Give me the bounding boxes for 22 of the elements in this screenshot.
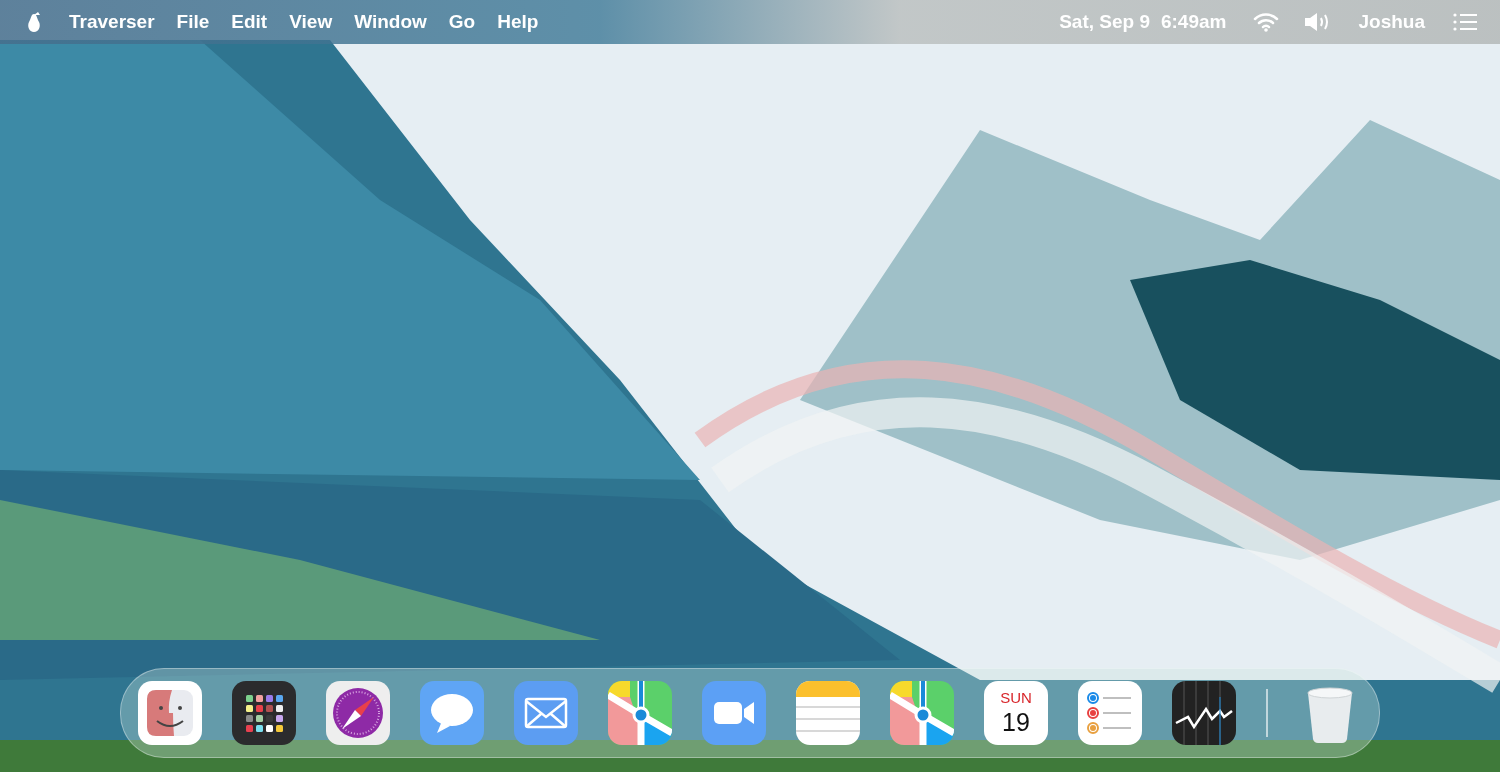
time-text: 6:49am bbox=[1160, 9, 1228, 34]
menu-item[interactable]: Edit bbox=[220, 7, 279, 37]
calendar-app-icon[interactable]: SUN 19 bbox=[984, 681, 1048, 745]
app-name-menu[interactable]: Traverser bbox=[58, 7, 166, 37]
speech-bubble-icon[interactable] bbox=[420, 681, 484, 745]
list-menu-icon[interactable] bbox=[1452, 12, 1478, 32]
map-icon[interactable] bbox=[608, 681, 672, 745]
menu-item[interactable]: File bbox=[165, 7, 221, 37]
compass-icon[interactable] bbox=[326, 681, 390, 745]
map-icon[interactable] bbox=[890, 681, 954, 745]
menu-item[interactable]: Help bbox=[486, 7, 550, 37]
envelope-icon[interactable] bbox=[514, 681, 578, 745]
menu-item[interactable]: View bbox=[278, 7, 344, 37]
video-camera-icon[interactable] bbox=[702, 681, 766, 745]
line-graph-icon[interactable] bbox=[1172, 681, 1236, 745]
finder-face-icon[interactable] bbox=[138, 681, 202, 745]
checklist-icon[interactable] bbox=[1078, 681, 1142, 745]
app-grid-icon[interactable] bbox=[232, 681, 296, 745]
notepad-icon[interactable] bbox=[796, 681, 860, 745]
date-text: Sat, Sep 9 bbox=[1058, 9, 1151, 34]
menu-item[interactable]: Go bbox=[437, 7, 487, 37]
menu-item[interactable]: Window bbox=[343, 7, 438, 37]
